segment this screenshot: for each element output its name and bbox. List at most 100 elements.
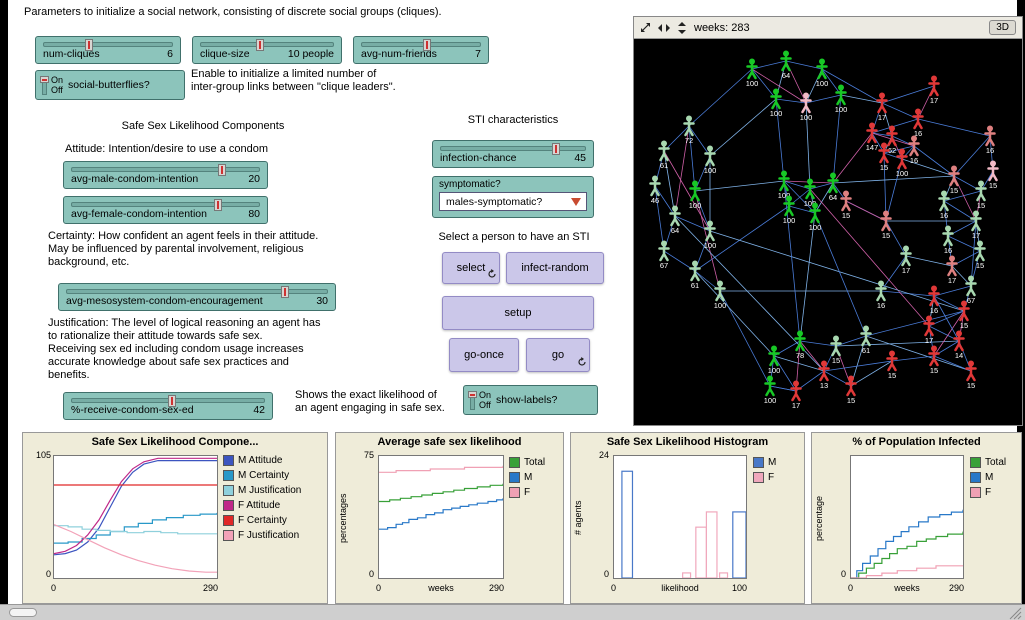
select-button-label: select <box>457 262 486 274</box>
person-label: 100 <box>800 113 813 122</box>
slider-handle[interactable] <box>256 39 264 51</box>
horizontal-arrows-icon[interactable] <box>658 23 670 33</box>
person-node[interactable]: 16 <box>940 191 949 221</box>
threed-button[interactable]: 3D <box>989 20 1016 35</box>
resize-grip-icon[interactable] <box>1009 607 1022 620</box>
chooser-symptomatic[interactable]: symptomatic? males-symptomatic? <box>432 176 594 218</box>
person-node[interactable]: 16 <box>877 281 886 311</box>
person-node[interactable]: 15 <box>977 181 986 211</box>
slider-track[interactable] <box>71 202 260 207</box>
network-link <box>934 286 971 296</box>
butterflies-note: Enable to initialize a limited number of… <box>191 68 461 94</box>
slider-handle[interactable] <box>85 39 93 51</box>
switch-track[interactable] <box>470 391 475 410</box>
person-node[interactable]: 16 <box>944 226 953 256</box>
person-node[interactable]: 16 <box>910 136 919 166</box>
slider-handle[interactable] <box>281 286 289 298</box>
slider-handle[interactable] <box>552 143 560 155</box>
slider-track[interactable] <box>71 398 265 403</box>
person-node[interactable]: 15 <box>842 191 851 221</box>
person-node[interactable]: 100 <box>689 181 702 211</box>
slider-track[interactable] <box>71 167 260 172</box>
slider-track[interactable] <box>200 42 334 47</box>
person-node[interactable]: 15 <box>976 241 985 271</box>
slider-value: 7 <box>475 48 481 60</box>
slider-receive-condom-sex-ed[interactable]: %-receive-condom-sex-ed42 <box>63 392 273 420</box>
person-node[interactable]: 100 <box>896 149 909 179</box>
slider-infection-chance[interactable]: infection-chance45 <box>432 140 594 168</box>
person-label: 15 <box>977 201 985 210</box>
slider-num-cliques[interactable]: num-cliques6 <box>35 36 181 64</box>
person-node[interactable]: 64 <box>671 206 680 236</box>
person-node[interactable]: 17 <box>878 93 887 123</box>
setup-button[interactable]: setup <box>442 296 594 330</box>
person-node[interactable]: 17 <box>925 316 934 346</box>
person-node[interactable]: 15 <box>989 161 998 191</box>
switch-track[interactable] <box>42 76 47 95</box>
person-node[interactable]: 15 <box>967 361 976 391</box>
slider-clique-size[interactable]: clique-size10 people <box>192 36 342 64</box>
person-node[interactable]: 17 <box>792 381 801 411</box>
person-label: 100 <box>816 79 829 88</box>
person-node[interactable]: 67 <box>660 241 669 271</box>
person-node[interactable]: 100 <box>816 59 829 89</box>
person-node[interactable]: 17 <box>948 256 957 286</box>
network-link <box>882 86 934 103</box>
slider-handle[interactable] <box>423 39 431 51</box>
slider-avg-male-condom-intention[interactable]: avg-male-condom-intention20 <box>63 161 268 189</box>
world-canvas[interactable]: 1006410010010010017161476216151001515161… <box>634 39 1022 425</box>
slider-track[interactable] <box>43 42 173 47</box>
slider-handle[interactable] <box>214 199 222 211</box>
person-node[interactable]: 15 <box>950 166 959 196</box>
slider-avg-female-condom-intention[interactable]: avg-female-condom-intention80 <box>63 196 268 224</box>
network-link <box>846 201 886 221</box>
person-label: 72 <box>685 136 693 145</box>
person-node[interactable]: 15 <box>888 351 897 381</box>
histogram-bar <box>683 573 691 578</box>
person-label: 64 <box>782 71 790 80</box>
person-node[interactable]: 15 <box>832 336 841 366</box>
switch-social-butterflies[interactable]: OnOff social-butterflies? <box>35 70 185 100</box>
select-button[interactable]: select <box>442 252 500 284</box>
person-node[interactable]: 100 <box>714 281 727 311</box>
slider-track[interactable] <box>440 146 586 151</box>
slider-track[interactable] <box>361 42 481 47</box>
person-label: 64 <box>829 193 837 202</box>
legend-swatch <box>223 530 234 541</box>
slider-track[interactable] <box>66 289 328 294</box>
vertical-arrows-icon[interactable] <box>677 22 687 34</box>
person-node[interactable]: 100 <box>704 221 717 251</box>
person-node[interactable]: 16 <box>986 126 995 156</box>
person-node[interactable]: 15 <box>930 346 939 376</box>
slider-handle[interactable] <box>218 164 226 176</box>
person-node[interactable]: 15 <box>882 211 891 241</box>
world-svg[interactable]: 1006410010010010017161476216151001515161… <box>634 39 1022 425</box>
chooser-dropdown[interactable]: males-symptomatic? <box>439 192 587 211</box>
slider-avg-mesosystem-condom-encouragement[interactable]: avg-mesosystem-condom-encouragement30 <box>58 283 336 311</box>
go-once-button[interactable]: go-once <box>449 338 519 372</box>
infect-random-button[interactable]: infect-random <box>506 252 604 284</box>
person-node[interactable]: 61 <box>862 326 871 356</box>
person-node[interactable]: 100 <box>764 376 777 406</box>
slider-avg-num-friends[interactable]: avg-num-friends7 <box>353 36 489 64</box>
person-node[interactable]: 17 <box>930 76 939 106</box>
x-min-label: 0 <box>51 583 56 593</box>
person-node[interactable]: 100 <box>800 93 813 123</box>
switch-show-labels[interactable]: OnOff show-labels? <box>463 385 598 415</box>
person-node[interactable]: 100 <box>768 346 781 376</box>
person-node[interactable]: 61 <box>691 261 700 291</box>
person-node[interactable]: 64 <box>782 51 791 81</box>
person-node[interactable]: 61 <box>660 141 669 171</box>
switch-handle[interactable] <box>468 391 477 398</box>
person-node[interactable]: 15 <box>847 376 856 406</box>
resize-view-icon[interactable] <box>640 22 651 33</box>
person-label: 17 <box>925 336 933 345</box>
switch-handle[interactable] <box>40 76 49 83</box>
slider-handle[interactable] <box>168 395 176 407</box>
person-node[interactable]: 67 <box>967 276 976 306</box>
network-link <box>906 256 952 266</box>
go-button[interactable]: go <box>526 338 590 372</box>
legend-item: M <box>753 457 776 468</box>
horizontal-scrollbar-thumb[interactable] <box>9 608 37 617</box>
person-node[interactable]: 147 <box>866 123 879 153</box>
